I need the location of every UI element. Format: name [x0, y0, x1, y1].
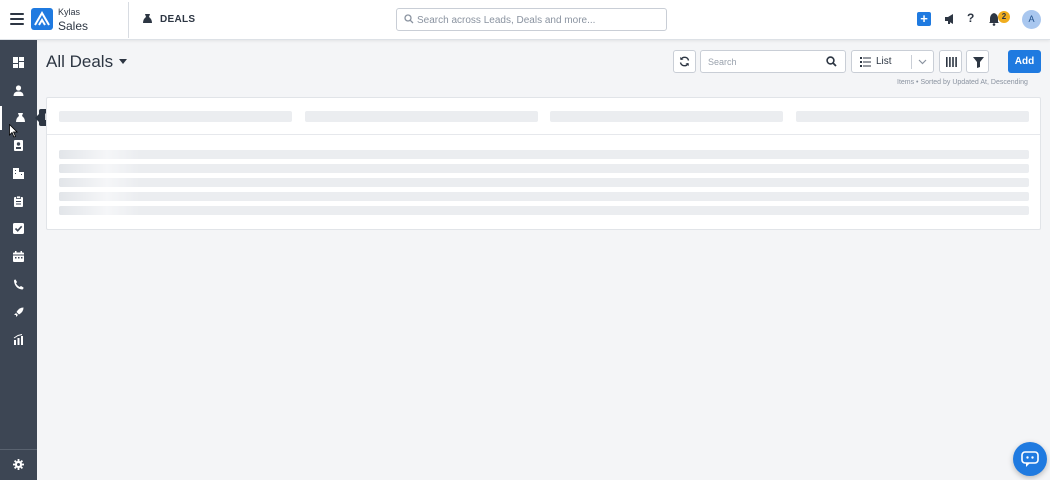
topbar-divider — [128, 2, 129, 38]
chat-bot-icon — [1021, 451, 1039, 467]
global-search-box[interactable] — [396, 8, 667, 31]
table-row-skeleton — [59, 192, 1029, 201]
table-row-skeleton — [59, 164, 1029, 173]
sidebar-item-dashboard[interactable] — [0, 51, 37, 75]
chevron-down-icon — [918, 59, 927, 65]
deals-icon — [16, 113, 25, 122]
header-skeleton-cell — [550, 111, 783, 122]
view-name: All Deals — [46, 52, 114, 71]
sidebar-item-marketing[interactable] — [0, 301, 37, 325]
filter-button[interactable] — [966, 50, 989, 73]
chat-support-button[interactable] — [1013, 442, 1047, 476]
table-row-skeleton — [59, 178, 1029, 187]
sidebar-item-calls[interactable] — [0, 273, 37, 297]
list-view-icon — [860, 57, 871, 67]
dashboard-icon — [13, 57, 24, 68]
companies-icon — [13, 168, 24, 179]
sidebar-divider — [0, 449, 37, 450]
header-skeleton-cell — [305, 111, 538, 122]
kylas-logo[interactable] — [31, 8, 53, 30]
help-icon[interactable]: ? — [967, 11, 974, 25]
clipboard-icon — [14, 196, 23, 207]
search-icon — [404, 14, 414, 24]
sidebar-item-products[interactable] — [0, 190, 37, 214]
calendar-icon — [13, 251, 24, 262]
brand-name: Kylas — [58, 7, 81, 17]
refresh-icon — [679, 56, 690, 67]
deals-table-loading — [46, 97, 1041, 230]
search-icon[interactable] — [826, 56, 837, 67]
sidebar-item-companies[interactable] — [0, 162, 37, 186]
notification-count-badge: 2 — [998, 11, 1010, 23]
sidebar-item-tasks[interactable] — [0, 217, 37, 241]
user-avatar[interactable]: A — [1022, 10, 1041, 29]
contacts-icon — [13, 85, 24, 96]
rocket-icon — [14, 307, 24, 317]
list-search-input[interactable] — [708, 55, 818, 69]
hamburger-menu-icon[interactable] — [10, 13, 24, 25]
view-type-label: List — [876, 56, 892, 67]
deals-icon — [143, 14, 152, 23]
sidebar-item-contacts[interactable] — [0, 79, 37, 103]
table-header-skeleton — [47, 98, 1040, 135]
brand-product: Sales — [58, 19, 89, 33]
list-search-box[interactable] — [700, 50, 846, 73]
sidebar — [0, 40, 37, 480]
filter-icon — [973, 57, 984, 68]
header-skeleton-cell — [59, 111, 292, 122]
gear-icon — [13, 459, 24, 470]
dropdown-separator — [911, 55, 912, 69]
refresh-button[interactable] — [673, 50, 696, 73]
megaphone-icon[interactable] — [943, 12, 957, 26]
quick-add-button[interactable]: + — [917, 12, 931, 26]
table-row-skeleton — [59, 150, 1029, 159]
columns-icon — [946, 57, 957, 67]
top-bar: Kylas Sales DEALS + ? 2 A — [0, 0, 1050, 40]
column-settings-button[interactable] — [939, 50, 962, 73]
phone-icon — [14, 279, 24, 290]
sidebar-item-calendar[interactable] — [0, 245, 37, 269]
sidebar-item-reports[interactable] — [0, 328, 37, 352]
leads-icon — [14, 140, 23, 151]
table-row-skeleton — [59, 206, 1029, 215]
caret-down-icon — [119, 59, 128, 64]
add-deal-button[interactable]: Add — [1008, 50, 1041, 73]
header-skeleton-cell — [796, 111, 1029, 122]
sort-info-text: Items • Sorted by Updated At, Descending — [897, 79, 1028, 86]
mouse-cursor-icon — [9, 124, 18, 138]
page-title[interactable]: All Deals — [46, 52, 128, 72]
task-checkbox-icon — [13, 223, 24, 234]
reports-chart-icon — [13, 334, 23, 345]
global-search-input[interactable] — [417, 12, 657, 28]
module-title: DEALS — [160, 14, 196, 25]
sidebar-item-settings[interactable] — [0, 453, 37, 477]
view-type-dropdown[interactable]: List — [851, 50, 934, 73]
